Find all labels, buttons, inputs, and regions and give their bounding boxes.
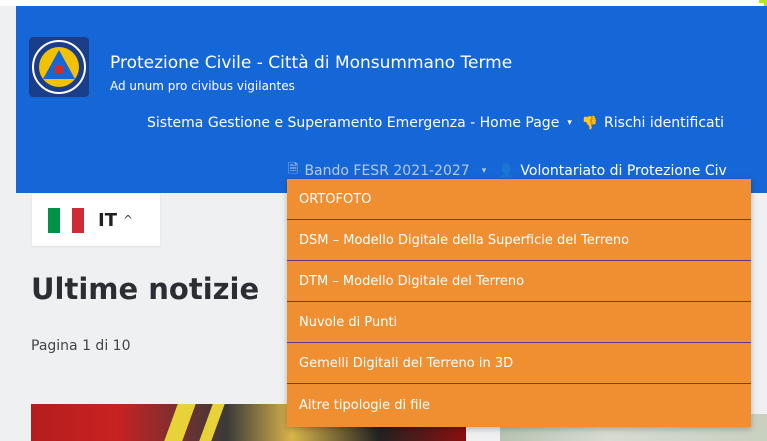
italy-flag-icon — [48, 207, 84, 233]
dropdown-item-gemelli[interactable]: Gemelli Digitali del Terreno in 3D — [287, 343, 751, 384]
thumbs-down-icon: 👎 — [581, 115, 599, 131]
nav-home-link[interactable]: Sistema Gestione e Superamento Emergenza… — [147, 115, 559, 131]
image-detail — [164, 404, 196, 441]
language-switcher[interactable]: IT ^ — [32, 194, 160, 246]
chevron-up-icon: ^ — [122, 213, 134, 227]
user-icon: 👤 — [498, 163, 515, 179]
civil-protection-logo-icon — [32, 40, 86, 94]
dropdown-item-dtm[interactable]: DTM – Modello Digitale del Terreno — [287, 261, 751, 302]
chevron-down-icon[interactable]: ▾ — [567, 118, 572, 128]
nav-volontariato-label: Volontariato di Protezione Civ — [520, 163, 727, 179]
dropdown-item-altre[interactable]: Altre tipologie di file — [287, 384, 751, 427]
nav-volontariato-link[interactable]: 👤 Volontariato di Protezione Civ — [498, 163, 727, 179]
dropdown-item-ortofoto[interactable]: ORTOFOTO — [287, 179, 751, 220]
nav-rischi-link[interactable]: Rischi identificati — [604, 115, 724, 131]
secondary-nav: 🗎 Bando FESR 2021-2027 ▾ 👤 Volontariato … — [288, 161, 727, 181]
dropdown-item-dsm[interactable]: DSM – Modello Digitale della Superficie … — [287, 220, 751, 261]
nav-bando-label: Bando FESR 2021-2027 — [304, 163, 470, 179]
site-subtitle: Ad unum pro civibus vigilantes — [110, 79, 295, 93]
news-heading: Ultime notizie — [31, 272, 260, 306]
chevron-down-icon[interactable]: ▾ — [482, 166, 487, 176]
pagination-info: Pagina 1 di 10 — [31, 338, 131, 354]
primary-nav: Sistema Gestione e Superamento Emergenza… — [147, 113, 724, 133]
bando-dropdown-menu: ORTOFOTO DSM – Modello Digitale della Su… — [287, 179, 751, 427]
site-title[interactable]: Protezione Civile - Città di Monsummano … — [110, 53, 512, 73]
image-detail — [199, 404, 225, 441]
site-logo[interactable] — [29, 37, 89, 97]
language-code: IT — [98, 209, 117, 231]
dropdown-item-nuvole[interactable]: Nuvole di Punti — [287, 302, 751, 343]
